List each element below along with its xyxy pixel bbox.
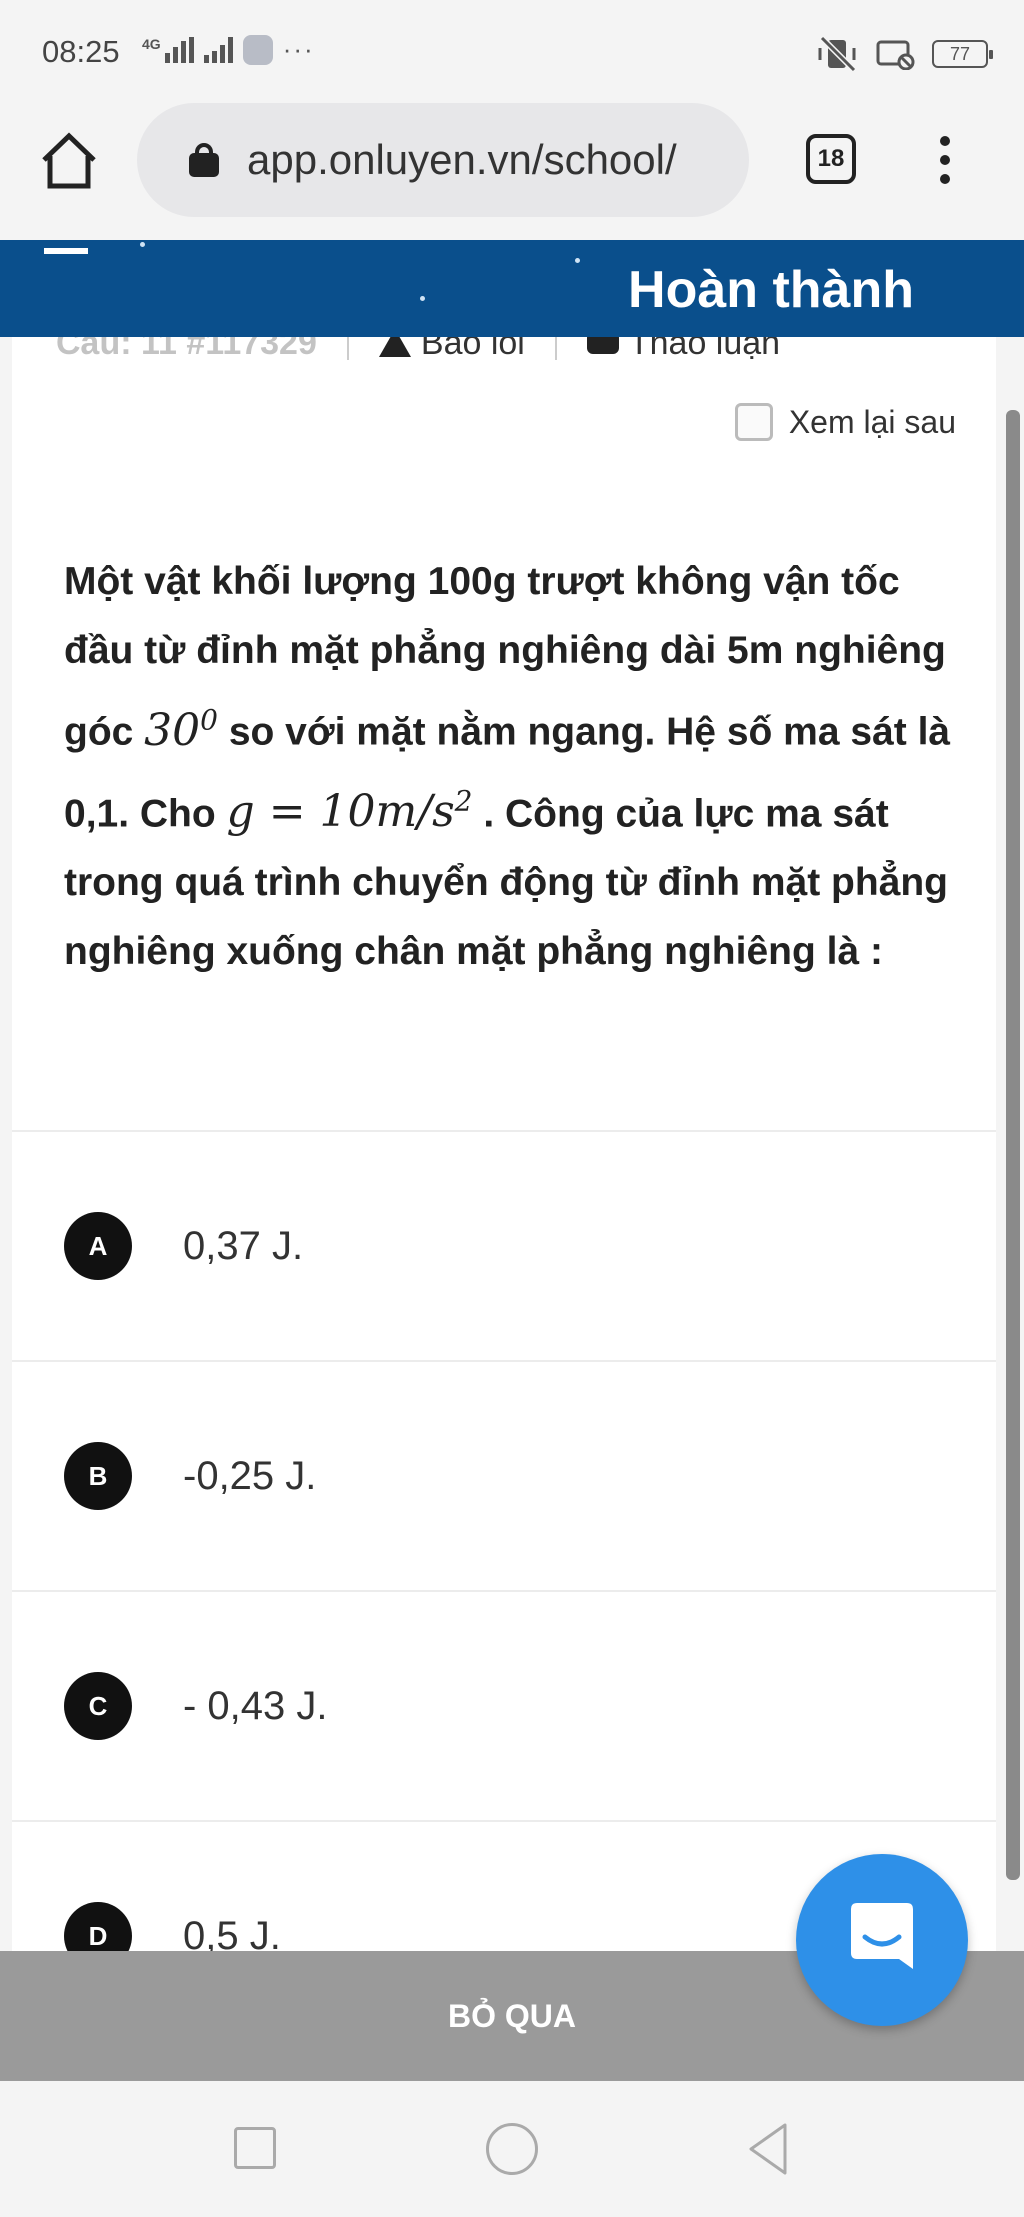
back-button[interactable] [745,2121,791,2177]
question-id: Câu: 11 #117329 [56,337,317,362]
divider [554,337,557,360]
answer-text: - 0,43 J. [183,1683,328,1728]
answer-option-c[interactable]: C - 0,43 J. [12,1590,996,1820]
finish-button[interactable]: Hoàn thành [628,260,914,320]
answer-text: 0,5 J. [183,1913,281,1952]
network-type: 4G [142,35,161,52]
vibrate-mute-icon [818,36,857,72]
more-notifications: ··· [282,34,315,64]
review-later-checkbox[interactable] [734,403,773,441]
question-card: Câu: 11 #117329 Báo lỗi Thảo luận Xem lạ… [12,337,996,1951]
answer-letter: A [64,1212,132,1280]
scrollbar[interactable] [1006,410,1020,1880]
status-bar: 08:25 4G ··· 77 [0,0,1024,100]
signal-icon [164,36,194,63]
battery-icon: 77 [932,40,993,68]
answer-letter: B [64,1442,132,1510]
tab-switcher-button[interactable]: 18 [806,134,856,184]
system-nav-bar [0,2081,1024,2217]
discussion-label: Thảo luận [628,337,781,362]
header-decoration [140,242,145,247]
browser-toolbar: app.onluyen.vn/school/ 18 [0,100,1024,240]
cast-off-icon [876,40,915,70]
chat-support-button[interactable] [796,1854,968,2026]
answer-option-b[interactable]: B -0,25 J. [12,1360,996,1590]
math-gravity: g = 10m/s2 [226,784,473,838]
answer-letter: D [64,1902,132,1951]
app-header: Hoàn thành [0,240,1024,337]
math-angle: 300 [144,703,218,756]
home-icon[interactable] [38,130,100,192]
recents-button[interactable] [234,2127,276,2169]
url-text[interactable]: app.onluyen.vn/school/ [247,136,747,184]
discussion-link[interactable]: Thảo luận [586,337,781,363]
app-notification-icon [242,34,273,65]
signal-icon-2 [203,36,233,63]
answer-option-a[interactable]: A 0,37 J. [12,1130,996,1360]
divider [346,337,349,360]
review-later[interactable]: Xem lại sau [734,403,956,441]
report-error-link[interactable]: Báo lỗi [378,337,525,363]
answer-letter: C [64,1672,132,1740]
battery-level: 77 [949,43,971,64]
status-left-icons: 4G ··· [142,34,315,65]
answer-text: -0,25 J. [183,1453,317,1498]
review-later-label: Xem lại sau [788,403,956,440]
warning-icon [378,337,411,357]
skip-button[interactable]: BỎ QUA [448,1998,576,2035]
question-text: Một vật khối lượng 100g trượt không vận … [64,547,964,986]
header-decoration [420,296,425,301]
menu-icon[interactable] [44,248,88,254]
home-nav-button[interactable] [486,2123,538,2175]
browser-menu-icon[interactable] [930,130,960,190]
lock-icon [189,143,219,177]
status-time: 08:25 [42,34,120,69]
tab-count: 18 [817,145,845,172]
report-error-label: Báo lỗi [420,337,525,362]
chat-icon [851,1903,913,1969]
comments-icon [586,337,619,354]
address-bar[interactable]: app.onluyen.vn/school/ [137,103,749,217]
header-decoration [575,258,580,263]
question-meta: Câu: 11 #117329 Báo lỗi Thảo luận [56,337,780,363]
status-right-icons: 77 [816,36,993,72]
answer-text: 0,37 J. [183,1223,304,1268]
